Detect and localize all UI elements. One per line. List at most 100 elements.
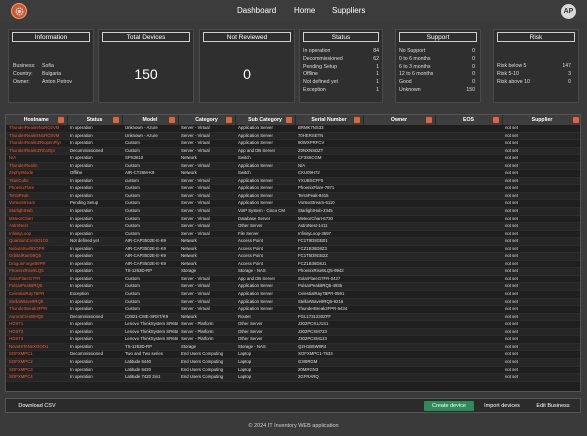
hostname-link[interactable]: HOST3 (6, 335, 67, 344)
hostname-link[interactable]: ThunderRealmIN1RO3VM (6, 132, 67, 141)
filter-icon[interactable] (425, 117, 432, 123)
table-row[interactable]: ThunderBreak3FPR In operation Custom Server… (6, 305, 580, 314)
hostname-link[interactable]: DragonForgeB9PR (6, 260, 67, 269)
column-header-serial-number[interactable]: Serial Number (295, 115, 364, 125)
edit-business-button[interactable]: Edit Business (530, 401, 576, 411)
filter-icon[interactable] (572, 117, 579, 123)
column-header-model[interactable]: Model (122, 115, 179, 125)
hostname-link[interactable]: PhoenixRise9LQ5 (6, 267, 67, 276)
table-row[interactable]: CelestialRay7BPR Exception Custom Server - … (6, 290, 580, 299)
hostname-link[interactable]: ThunderBreak3FPR (6, 305, 67, 314)
nav-dashboard[interactable]: Dashboard (237, 6, 276, 15)
table-row[interactable]: SolarFlareG7FR In operation Custom Server -… (6, 275, 580, 284)
hostname-link[interactable]: NebulaSwiftOOPR (6, 245, 67, 254)
hostname-link[interactable]: VortexStream (6, 199, 67, 208)
hostname-link[interactable]: PulsarPeak8RQ5 (6, 282, 67, 292)
column-header-eos[interactable]: EOS (435, 115, 503, 125)
table-row[interactable]: ThunderRealmZRhoOpr Decommissioned Custom S… (6, 147, 580, 156)
user-avatar[interactable]: AP (561, 4, 576, 19)
hostname-link[interactable]: AstroNest (6, 222, 67, 231)
table-row[interactable]: ThunderRealmIN1RO3VM In operation Unknown … (6, 132, 580, 141)
hostname-link[interactable]: N/A (6, 154, 67, 163)
filter-icon[interactable] (353, 117, 360, 123)
nav-home[interactable]: Home (294, 6, 315, 15)
hostname-link[interactable]: PhoenixFlare (6, 184, 67, 193)
filter-icon[interactable] (225, 117, 232, 123)
hostname-link[interactable]: ThunderRealmZRhoOpr (6, 147, 67, 156)
hostname-link[interactable]: HOST2 (6, 328, 67, 337)
table-row[interactable]: HOST2 In operation Lenovo ThinkSystem SR65… (6, 328, 580, 337)
filter-icon[interactable] (112, 117, 119, 123)
column-header-category[interactable]: Category (178, 115, 236, 125)
nav-suppliers[interactable]: Suppliers (332, 6, 365, 15)
download-csv-button[interactable]: Download CSV (12, 401, 62, 411)
table-row[interactable]: PulsarPeak8RQ5 In operation Custom Server -… (6, 282, 580, 292)
table-row[interactable]: PhoenixRise9LQ5 In operation TS-1253D-RP St… (6, 267, 580, 276)
table-row[interactable]: SOFXMPC1 Decommissioned Two and Two series… (6, 350, 580, 359)
table-row[interactable]: NovaHiTeNeXGOO1 In operation TS-1253D-RP St… (6, 343, 580, 352)
hostname-link[interactable]: SOFXMPC4 (6, 373, 67, 382)
column-header-supplier[interactable]: Supplier (502, 115, 580, 125)
filter-icon[interactable] (57, 117, 64, 123)
table-cell: FC1T5D8GB2Z (295, 252, 363, 261)
table-row[interactable]: SOFXMPC2 In operation Latitude 5440 End Use… (6, 358, 580, 367)
table-row[interactable]: NebulaSwiftOOPR In operation AIR-CAP3502E-… (6, 245, 580, 254)
table-row[interactable]: QuantumCrestO1O2 Not defined yet AIR-CAP35… (6, 237, 580, 246)
table-row[interactable]: N/A In operation SPS3610 Network Switch CF3S6… (6, 154, 580, 163)
table-row[interactable]: MeteorChart In operation Custom Server - Vi… (6, 215, 580, 224)
hostname-link[interactable]: QuantumCrestO1O2 (6, 237, 67, 246)
hostname-link[interactable]: TitanCube (6, 177, 67, 186)
app-logo[interactable] (11, 3, 27, 19)
table-row[interactable]: ThunderRealmIN1RO2VM In operation Unknown … (6, 125, 580, 133)
hostname-link[interactable]: CelestialRay7BPR (6, 290, 67, 299)
hostname-link[interactable]: ThunderRealm (6, 162, 67, 171)
hostname-link[interactable]: SOFXMPC2 (6, 358, 67, 367)
table-row[interactable]: OrbitalRainb9Q5 In operation AIR-CAP3502E-… (6, 252, 580, 261)
hostname-link[interactable]: HOST1 (6, 320, 67, 329)
table-row[interactable]: InfinityLoop In operation Custom Server - V… (6, 230, 580, 239)
hostname-link[interactable]: ZephyrMode (6, 169, 67, 178)
table-cell: In operation (67, 275, 122, 284)
table-row[interactable]: ZephyrMode Offline AIR-CT25M-K9 Network Swit… (6, 169, 580, 178)
column-header-owner[interactable]: Owner (363, 115, 436, 125)
table-row[interactable]: SOFXMPC3 In operation Latitude 5420 End Use… (6, 366, 580, 375)
table-row[interactable]: HOST1 In operation Lenovo ThinkSystem SR65… (6, 320, 580, 329)
table-row[interactable]: StellarWave9RQ5 In operation Custom Server … (6, 298, 580, 307)
hostname-link[interactable]: InfinityLoop (6, 230, 67, 239)
table-row[interactable]: VortexStream Pending Setup Custom Server - … (6, 199, 580, 208)
filter-icon[interactable] (168, 117, 175, 123)
import-devices-button[interactable]: Import devices (478, 401, 526, 411)
table-row[interactable]: ThunderRealm In operation Custom Server - V… (6, 162, 580, 171)
hostname-link[interactable]: NovaHiTeNeXGOO1 (6, 343, 67, 352)
hostname-link[interactable]: ThunderRealmIN1RO2VM (6, 125, 67, 133)
table-row[interactable]: SOFXMPC4 In operation Latitude 7420 2in1 En… (6, 373, 580, 382)
table-cell: Router (235, 313, 295, 322)
create-device-button[interactable]: Create device (424, 401, 474, 411)
risk-list: Risk below 5 147 Risk 5-10 3 Risk above 10… (497, 63, 571, 86)
filter-icon[interactable] (492, 117, 499, 123)
hostname-link[interactable]: SOFXMPC3 (6, 366, 67, 375)
table-row[interactable]: TitanCube In operation custom Server - Virt… (6, 177, 580, 186)
table-row[interactable]: AuroraCrest9HQ5 Decommissioned C2821-CME-S… (6, 313, 580, 322)
hostname-link[interactable]: SolarFlareG7FR (6, 275, 67, 284)
table-row[interactable]: StarlightHub In operation Custom Server - V… (6, 207, 580, 216)
table-row[interactable]: AstroNest In operation Custom Server - Virt… (6, 222, 580, 231)
table-row[interactable]: DragonForgeB9PR In operation AIR-CAP3502E-… (6, 260, 580, 269)
table-row[interactable]: PhoenixFlare In operation Custom Server - V… (6, 184, 580, 193)
hostname-link[interactable]: OrbitalRainb9Q5 (6, 252, 67, 261)
hostname-link[interactable]: MeteorChart (6, 215, 67, 224)
hostname-link[interactable]: SOFXMPC1 (6, 350, 67, 359)
table-cell (435, 154, 502, 163)
table-row[interactable]: HOST3 In operation Lenovo ThinkSystem SR65… (6, 335, 580, 344)
hostname-link[interactable]: StellarWave9RQ5 (6, 298, 67, 307)
hostname-link[interactable]: AuroraCrest9HQ5 (6, 313, 67, 322)
filter-icon[interactable] (285, 117, 292, 123)
column-header-sub-category[interactable]: Sub Category (235, 115, 296, 125)
column-header-status[interactable]: Status (67, 115, 123, 125)
table-row[interactable]: TerraPeak In operation Custom Server - Virt… (6, 192, 580, 201)
table-row[interactable]: ThunderRealmZRiopenPlyr In operation Custo… (6, 139, 580, 148)
hostname-link[interactable]: StarlightHub (6, 207, 67, 216)
column-header-hostname[interactable]: Hostname (6, 115, 68, 125)
hostname-link[interactable]: TerraPeak (6, 192, 67, 201)
hostname-link[interactable]: ThunderRealmZRiopenPlyr (6, 139, 67, 148)
